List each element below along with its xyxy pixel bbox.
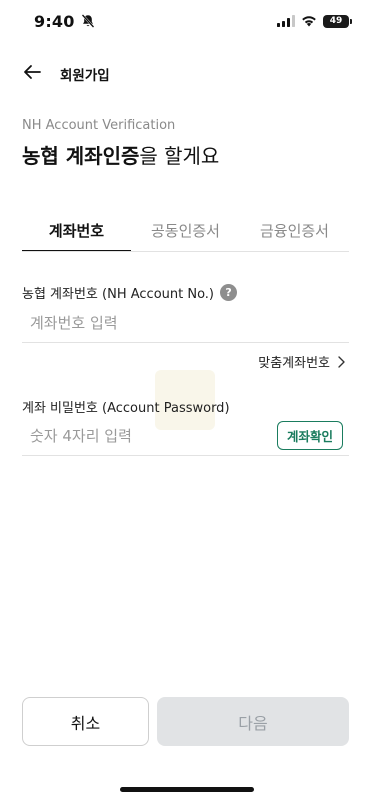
status-bar: 9:40 49 bbox=[0, 0, 371, 44]
status-indicators: 49 bbox=[277, 13, 352, 29]
arrow-left-icon bbox=[24, 65, 41, 79]
page-title: 농협 계좌인증을 할게요 bbox=[22, 140, 219, 169]
bell-slash-icon bbox=[81, 14, 95, 28]
chevron-right-icon bbox=[338, 355, 345, 368]
account-number-label: 농협 계좌번호 (NH Account No.) ? bbox=[22, 283, 238, 302]
signal-icon bbox=[277, 15, 295, 27]
tab-label: 공동인증서 bbox=[150, 222, 220, 240]
page-title-rest: 을 할게요 bbox=[139, 144, 220, 168]
account-password-label-text: 계좌 비밀번호 (Account Password) bbox=[22, 401, 230, 416]
verification-tabs: 계좌번호 공동인증서 금융인증서 bbox=[22, 208, 349, 252]
home-indicator bbox=[120, 787, 254, 792]
status-time: 9:40 bbox=[34, 12, 75, 31]
battery-icon: 49 bbox=[323, 14, 352, 28]
custom-account-number-link[interactable]: 맞춤계좌번호 bbox=[258, 352, 345, 371]
tab-label: 금융인증서 bbox=[259, 222, 329, 240]
page-subtitle: NH Account Verification bbox=[22, 118, 176, 133]
next-button[interactable]: 다음 bbox=[157, 697, 349, 746]
tab-label: 계좌번호 bbox=[48, 222, 105, 240]
question-circle-icon[interactable]: ? bbox=[220, 284, 238, 301]
tab-account-number[interactable]: 계좌번호 bbox=[22, 208, 131, 252]
account-password-label: 계좌 비밀번호 (Account Password) bbox=[22, 397, 230, 416]
signup-screen: 9:40 49 회원가입 NH Account Verification 농협 … bbox=[0, 0, 371, 800]
header-title: 회원가입 bbox=[60, 68, 110, 84]
tab-joint-certificate[interactable]: 공동인증서 bbox=[131, 208, 240, 252]
tabs-divider bbox=[22, 251, 349, 252]
tab-financial-certificate[interactable]: 금융인증서 bbox=[240, 208, 349, 252]
app-header: 회원가입 bbox=[0, 56, 371, 90]
help-icon-glyph: ? bbox=[225, 286, 232, 299]
verify-account-button[interactable]: 계좌확인 bbox=[276, 421, 343, 450]
page-title-bold: 농협 계좌인증 bbox=[22, 144, 140, 168]
account-number-label-text: 농협 계좌번호 (NH Account No.) bbox=[22, 287, 215, 302]
custom-account-number-label: 맞춤계좌번호 bbox=[258, 356, 330, 371]
wifi-icon bbox=[302, 16, 316, 27]
account-number-input[interactable] bbox=[22, 303, 349, 343]
back-button[interactable] bbox=[20, 60, 44, 84]
battery-level: 49 bbox=[329, 16, 343, 26]
cancel-button[interactable]: 취소 bbox=[22, 697, 149, 746]
